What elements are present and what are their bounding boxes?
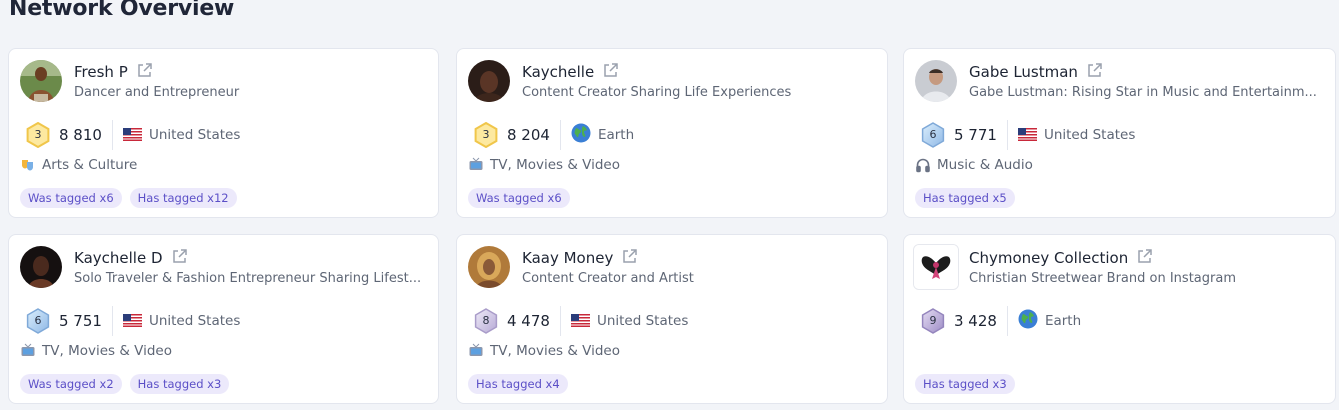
profile-stats: 3 8 810 United States	[25, 120, 240, 150]
level-badge: 9	[920, 308, 946, 334]
profile-name[interactable]: Chymoney Collection	[969, 248, 1153, 269]
profile-description: Content Creator and Artist	[522, 271, 694, 286]
tag-list: Has tagged x5	[915, 188, 1023, 208]
profile-description: Solo Traveler & Fashion Entrepreneur Sha…	[74, 271, 422, 286]
follower-count: 4 478	[507, 312, 550, 330]
divider	[559, 306, 561, 336]
location-label: Earth	[1044, 313, 1082, 329]
us-flag-icon	[1017, 126, 1037, 145]
us-flag-icon	[122, 312, 142, 331]
avatar[interactable]	[20, 60, 62, 102]
external-link-icon[interactable]	[1086, 62, 1103, 83]
profile-name[interactable]: Kaay Money	[522, 248, 638, 269]
external-link-icon[interactable]	[1136, 248, 1153, 269]
profile-card-chymoney-collection[interactable]: Chymoney Collection Christian Streetwear…	[903, 234, 1336, 404]
external-link-icon[interactable]	[136, 62, 153, 83]
page-title: Network Overview	[9, 0, 235, 21]
avatar[interactable]	[468, 60, 510, 102]
external-link-icon[interactable]	[602, 62, 619, 83]
tv-icon	[468, 343, 484, 359]
profile-stats: 3 8 204 Earth	[473, 120, 634, 150]
avatar[interactable]	[20, 246, 62, 288]
follower-count: 8 204	[507, 126, 550, 144]
earth-globe-icon	[1018, 309, 1038, 333]
profile-name[interactable]: Kaychelle D	[74, 248, 188, 269]
divider	[111, 120, 113, 150]
profile-description: Dancer and Entrepreneur	[74, 85, 240, 100]
tag-badge: Was tagged x2	[20, 374, 122, 394]
profile-card-gabe-lustman[interactable]: Gabe Lustman Gabe Lustman: Rising Star i…	[903, 48, 1336, 218]
tag-badge: Was tagged x6	[20, 188, 122, 208]
tv-icon	[468, 157, 484, 173]
level-badge: 3	[25, 122, 51, 148]
profile-name[interactable]: Gabe Lustman	[969, 62, 1103, 83]
tag-list: Has tagged x4	[468, 374, 576, 394]
tag-list: Was tagged x6 Has tagged x12	[20, 188, 245, 208]
tv-icon	[20, 343, 36, 359]
category: Music & Audio	[915, 157, 1033, 173]
follower-count: 8 810	[59, 126, 102, 144]
divider	[559, 120, 561, 150]
profile-name[interactable]: Kaychelle	[522, 62, 619, 83]
tag-list: Was tagged x2 Has tagged x3	[20, 374, 237, 394]
headphones-icon	[915, 157, 931, 173]
profile-stats: 6 5 751 United States	[25, 306, 240, 336]
avatar[interactable]	[468, 246, 510, 288]
profile-description: Christian Streetwear Brand on Instagram	[969, 271, 1236, 286]
location-label: United States	[596, 313, 689, 329]
category: Arts & Culture	[20, 157, 137, 173]
profile-stats: 6 5 771 United States	[920, 120, 1135, 150]
divider	[1006, 120, 1008, 150]
profile-card-kaay-money[interactable]: Kaay Money Content Creator and Artist 8 …	[456, 234, 888, 404]
level-badge: 8	[473, 308, 499, 334]
location-label: Earth	[597, 127, 635, 143]
avatar[interactable]	[913, 244, 959, 290]
category: TV, Movies & Video	[468, 157, 620, 173]
theater-masks-icon	[20, 157, 36, 173]
us-flag-icon	[122, 126, 142, 145]
follower-count: 3 428	[954, 312, 997, 330]
profile-card-fresh-p[interactable]: Fresh P Dancer and Entrepreneur 3 8 810 …	[8, 48, 439, 218]
tag-list: Was tagged x6	[468, 188, 578, 208]
profile-name[interactable]: Fresh P	[74, 62, 153, 83]
avatar[interactable]	[915, 60, 957, 102]
location-label: United States	[148, 127, 241, 143]
us-flag-icon	[570, 312, 590, 331]
profile-stats: 9 3 428 Earth	[920, 306, 1081, 336]
tag-badge: Has tagged x3	[915, 374, 1015, 394]
level-badge: 6	[25, 308, 51, 334]
tag-badge: Was tagged x6	[468, 188, 570, 208]
external-link-icon[interactable]	[621, 248, 638, 269]
tag-badge: Has tagged x4	[468, 374, 568, 394]
tag-badge: Has tagged x12	[129, 188, 237, 208]
external-link-icon[interactable]	[171, 248, 188, 269]
divider	[1006, 306, 1008, 336]
tag-badge: Has tagged x5	[915, 188, 1015, 208]
location-label: United States	[1043, 127, 1136, 143]
profile-stats: 8 4 478 United States	[473, 306, 688, 336]
network-card-grid: Fresh P Dancer and Entrepreneur 3 8 810 …	[8, 48, 1336, 408]
profile-description: Content Creator Sharing Life Experiences	[522, 85, 792, 100]
level-badge: 3	[473, 122, 499, 148]
earth-globe-icon	[571, 123, 591, 147]
tag-list: Has tagged x3	[915, 374, 1023, 394]
divider	[111, 306, 113, 336]
level-badge: 6	[920, 122, 946, 148]
category: TV, Movies & Video	[20, 343, 172, 359]
follower-count: 5 751	[59, 312, 102, 330]
follower-count: 5 771	[954, 126, 997, 144]
location-label: United States	[148, 313, 241, 329]
profile-card-kaychelle[interactable]: Kaychelle Content Creator Sharing Life E…	[456, 48, 888, 218]
profile-description: Gabe Lustman: Rising Star in Music and E…	[969, 85, 1317, 100]
category: TV, Movies & Video	[468, 343, 620, 359]
profile-card-kaychelle-d[interactable]: Kaychelle D Solo Traveler & Fashion Entr…	[8, 234, 439, 404]
tag-badge: Has tagged x3	[129, 374, 230, 394]
